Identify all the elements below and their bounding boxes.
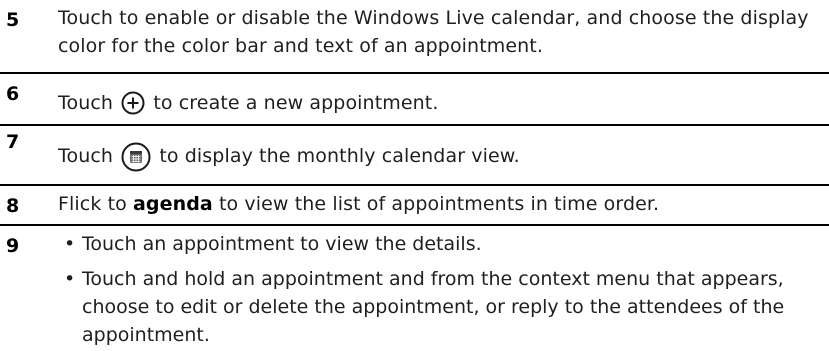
bullet-text: Touch an appointment to view the details…: [82, 233, 482, 255]
step-text-after: to view the list of appointments in time…: [219, 193, 660, 215]
row-divider: [0, 72, 829, 74]
step-text: Touch to enable or disable the Windows L…: [58, 7, 809, 57]
step-text-before: Flick to: [58, 193, 127, 215]
step-keyword: agenda: [133, 193, 213, 215]
plus-circle-icon: [121, 91, 145, 123]
step-text: Flick to agenda to view the list of appo…: [58, 190, 823, 218]
step-number: 6: [6, 83, 20, 105]
step-text-after: to create a new appointment.: [153, 92, 439, 114]
row-divider: [0, 224, 829, 226]
bullet-dot: •: [64, 268, 76, 290]
row-divider: [0, 124, 829, 126]
bullet-dot: •: [64, 233, 76, 255]
row-divider: [0, 184, 829, 186]
step-text: Touch to display the monthly calendar vi…: [58, 142, 823, 176]
step-number: 7: [6, 131, 20, 153]
bullet-text: Touch and hold an appointment and from t…: [82, 268, 785, 346]
step-number: 9: [6, 235, 20, 257]
step-text: Touch to create a new appointment.: [58, 89, 823, 123]
step-text-before: Touch: [58, 92, 114, 114]
step-text-before: Touch: [58, 145, 114, 167]
step-number: 5: [6, 9, 20, 31]
step-text-after: to display the monthly calendar view.: [159, 145, 520, 167]
calendar-button-icon: [121, 142, 151, 176]
step-number: 8: [6, 195, 20, 217]
